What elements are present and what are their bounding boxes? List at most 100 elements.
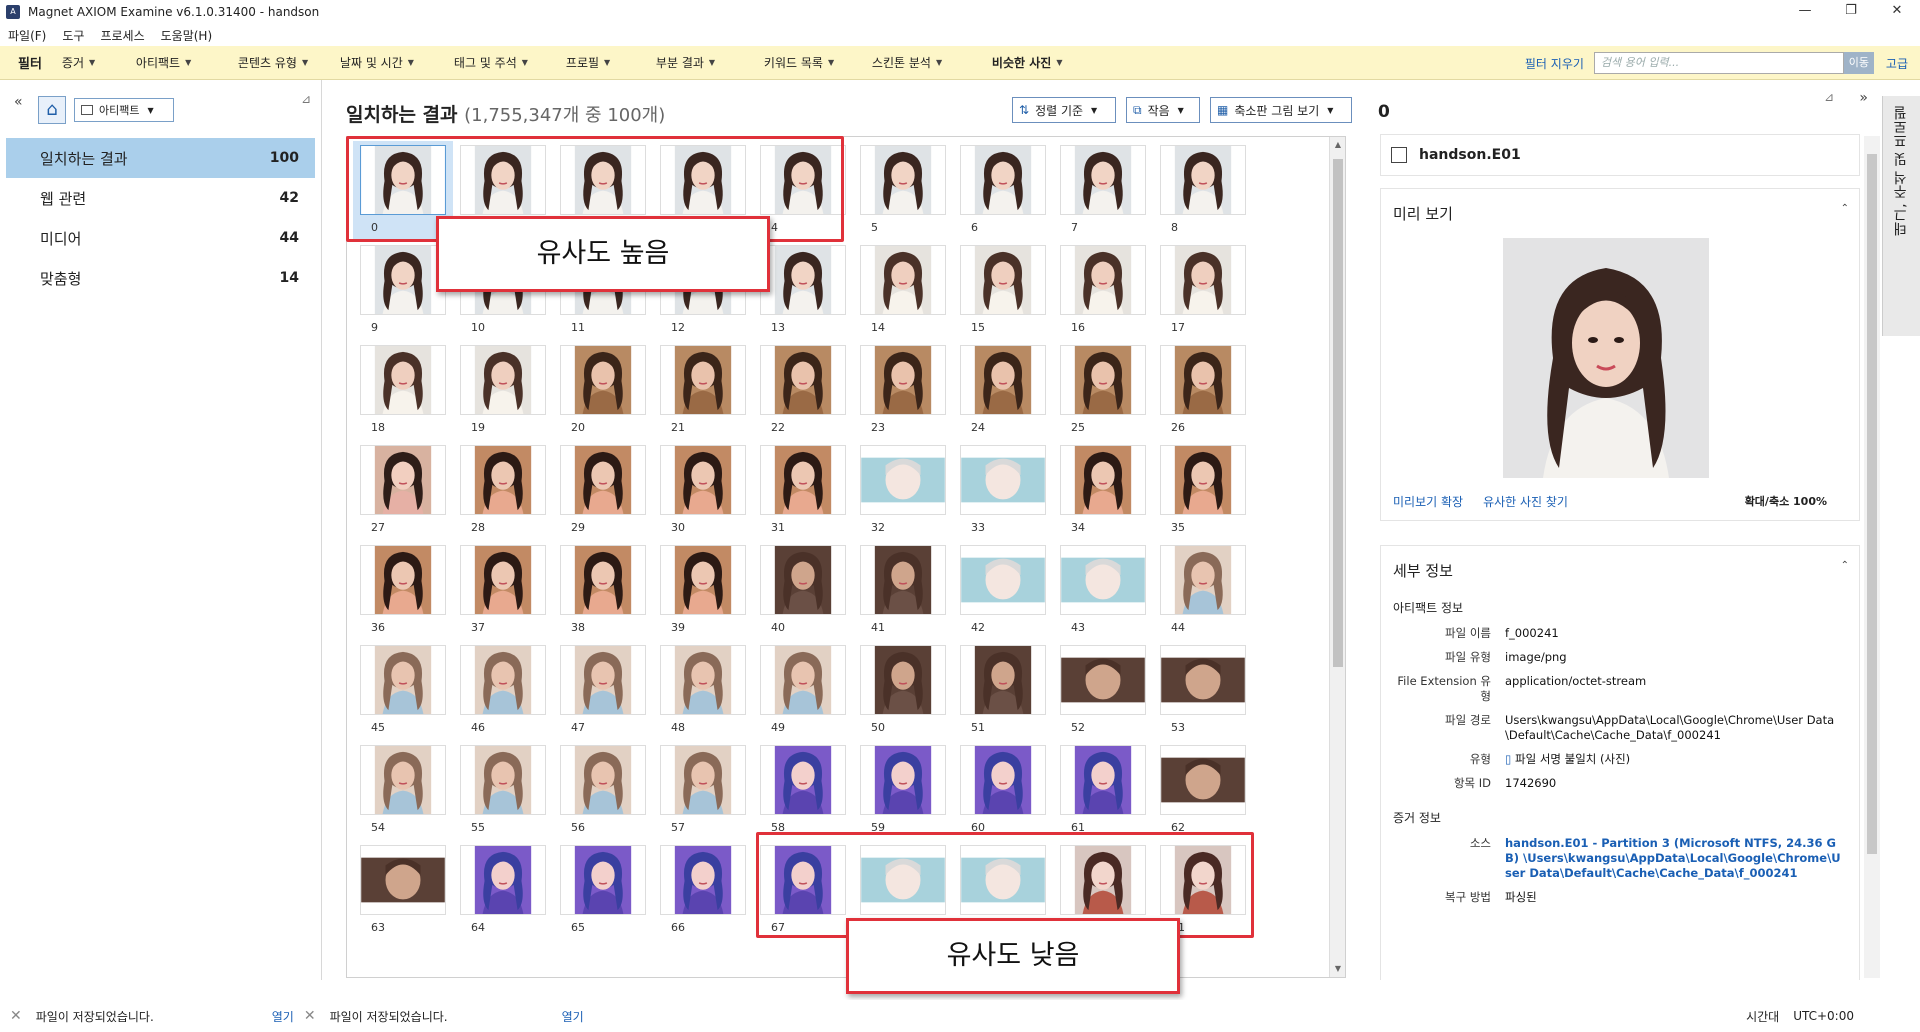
thumbnail-item[interactable]: 48 bbox=[653, 641, 753, 741]
menu-file[interactable]: 파일(F) bbox=[8, 27, 46, 44]
thumbnail-item[interactable]: 45 bbox=[353, 641, 453, 741]
filter-evidence[interactable]: 증거 ▼ bbox=[62, 54, 136, 71]
category-matching-results[interactable]: 일치하는 결과 100 bbox=[6, 138, 315, 178]
menu-process[interactable]: 프로세스 bbox=[100, 27, 144, 44]
thumbnail-item[interactable]: 51 bbox=[953, 641, 1053, 741]
thumbnail-item[interactable]: 56 bbox=[553, 741, 653, 841]
scrollbar-thumb[interactable] bbox=[1867, 154, 1877, 854]
open-link[interactable]: 열기 bbox=[272, 1008, 294, 1025]
thumbnail-item[interactable]: 49 bbox=[753, 641, 853, 741]
thumbnail-item[interactable]: 58 bbox=[753, 741, 853, 841]
thumbnail-item[interactable]: 39 bbox=[653, 541, 753, 641]
thumbnail-item[interactable]: 35 bbox=[1153, 441, 1253, 541]
category-custom[interactable]: 맞춤형 14 bbox=[6, 258, 315, 298]
filter-skin-tone[interactable]: 스킨톤 분석 ▼ bbox=[872, 54, 992, 71]
thumbnail-item[interactable]: 57 bbox=[653, 741, 753, 841]
thumbnail-item[interactable]: 43 bbox=[1053, 541, 1153, 641]
clear-filters-link[interactable]: 필터 지우기 bbox=[1525, 55, 1584, 72]
artifact-dropdown[interactable]: 아티팩트 ▼ bbox=[74, 98, 174, 122]
filter-partial-results[interactable]: 부분 결과 ▼ bbox=[656, 54, 764, 71]
thumbnail-item[interactable]: 29 bbox=[553, 441, 653, 541]
thumbnail-item[interactable]: 40 bbox=[753, 541, 853, 641]
find-similar-link[interactable]: 유사한 사진 찾기 bbox=[1483, 493, 1568, 510]
dismiss-icon[interactable]: ✕ bbox=[10, 1008, 22, 1024]
category-web[interactable]: 웹 관련 42 bbox=[6, 178, 315, 218]
results-scrollbar[interactable]: ▲ ▼ bbox=[1329, 137, 1345, 977]
dismiss-icon[interactable]: ✕ bbox=[304, 1008, 316, 1024]
details-scrollbar[interactable] bbox=[1864, 136, 1880, 978]
thumbnail-item[interactable]: 34 bbox=[1053, 441, 1153, 541]
thumbnail-item[interactable]: 42 bbox=[953, 541, 1053, 641]
thumbnail-item[interactable]: 55 bbox=[453, 741, 553, 841]
collapse-section-icon[interactable]: ⌃ bbox=[1841, 560, 1849, 571]
expand-preview-link[interactable]: 미리보기 확장 bbox=[1393, 493, 1463, 510]
filter-keyword-list[interactable]: 키워드 목록 ▼ bbox=[764, 54, 872, 71]
thumbnail-item[interactable]: 27 bbox=[353, 441, 453, 541]
thumbnail-item[interactable]: 14 bbox=[853, 241, 953, 341]
source-link[interactable]: handson.E01 - Partition 3 (Microsoft NTF… bbox=[1505, 836, 1845, 881]
thumbnail-item[interactable]: 6 bbox=[953, 141, 1053, 241]
collapse-left-icon[interactable]: « bbox=[14, 94, 23, 110]
thumbnail-item[interactable]: 23 bbox=[853, 341, 953, 441]
filter-date-time[interactable]: 날짜 및 시간 ▼ bbox=[340, 54, 454, 71]
open-link[interactable]: 열기 bbox=[562, 1008, 584, 1025]
filter-tags[interactable]: 태그 및 주석 ▼ bbox=[454, 54, 566, 71]
thumbnail-item[interactable]: 5 bbox=[853, 141, 953, 241]
thumbnail-item[interactable]: 19 bbox=[453, 341, 553, 441]
thumbnail-item[interactable]: 54 bbox=[353, 741, 453, 841]
thumbnail-item[interactable]: 52 bbox=[1053, 641, 1153, 741]
thumbnail-item[interactable]: 15 bbox=[953, 241, 1053, 341]
search-go-button[interactable]: 이동 bbox=[1843, 52, 1874, 74]
thumbnail-item[interactable]: 59 bbox=[853, 741, 953, 841]
thumbnail-item[interactable]: 61 bbox=[1053, 741, 1153, 841]
thumbnail-item[interactable]: 21 bbox=[653, 341, 753, 441]
thumbnail-item[interactable]: 16 bbox=[1053, 241, 1153, 341]
thumbnail-item[interactable]: 31 bbox=[753, 441, 853, 541]
thumbnail-item[interactable]: 30 bbox=[653, 441, 753, 541]
menu-tools[interactable]: 도구 bbox=[62, 27, 84, 44]
thumbnail-item[interactable]: 36 bbox=[353, 541, 453, 641]
size-button[interactable]: ⧉ 작음 ▼ bbox=[1126, 97, 1200, 123]
thumbnail-item[interactable]: 20 bbox=[553, 341, 653, 441]
thumbnail-item[interactable]: 66 bbox=[653, 841, 753, 941]
thumbnail-item[interactable]: 50 bbox=[853, 641, 953, 741]
filter-artifact[interactable]: 아티팩트 ▼ bbox=[136, 54, 238, 71]
collapse-right-icon[interactable]: » bbox=[1859, 90, 1868, 106]
thumbnail-item[interactable]: 17 bbox=[1153, 241, 1253, 341]
tags-comments-profile-tab[interactable]: 태그, 주석 및 프로필 bbox=[1882, 96, 1920, 336]
filter-profile[interactable]: 프로필 ▼ bbox=[566, 54, 656, 71]
minimize-icon[interactable]: — bbox=[1782, 0, 1828, 24]
thumbnail-item[interactable]: 28 bbox=[453, 441, 553, 541]
filter-content-type[interactable]: 콘텐츠 유형 ▼ bbox=[238, 54, 340, 71]
scroll-up-icon[interactable]: ▲ bbox=[1330, 137, 1346, 153]
menu-help[interactable]: 도움말(H) bbox=[161, 27, 213, 44]
collapse-section-icon[interactable]: ⌃ bbox=[1841, 203, 1849, 214]
search-input[interactable]: 검색 용어 입력... bbox=[1593, 52, 1844, 74]
thumbnail-item[interactable]: 63 bbox=[353, 841, 453, 941]
thumbnail-item[interactable]: 60 bbox=[953, 741, 1053, 841]
pin-icon[interactable]: ⊿ bbox=[301, 92, 311, 106]
thumbnail-item[interactable]: 62 bbox=[1153, 741, 1253, 841]
thumbnail-item[interactable]: 41 bbox=[853, 541, 953, 641]
thumbnail-item[interactable]: 33 bbox=[953, 441, 1053, 541]
advanced-link[interactable]: 고급 bbox=[1886, 55, 1908, 72]
thumbnail-item[interactable]: 7 bbox=[1053, 141, 1153, 241]
thumbnail-item[interactable]: 25 bbox=[1053, 341, 1153, 441]
thumbnail-item[interactable]: 32 bbox=[853, 441, 953, 541]
thumbnail-item[interactable]: 46 bbox=[453, 641, 553, 741]
sort-button[interactable]: ⇅ 정렬 기준 ▼ bbox=[1012, 97, 1116, 123]
scrollbar-thumb[interactable] bbox=[1333, 159, 1343, 667]
thumbnail-item[interactable]: 26 bbox=[1153, 341, 1253, 441]
filter-similar-photos[interactable]: 비슷한 사진 ▼ bbox=[992, 54, 1092, 71]
thumbnail-item[interactable]: 22 bbox=[753, 341, 853, 441]
thumbnail-item[interactable]: 53 bbox=[1153, 641, 1253, 741]
pin-icon[interactable]: ⊿ bbox=[1824, 90, 1834, 104]
thumbnail-item[interactable]: 24 bbox=[953, 341, 1053, 441]
thumbnail-item[interactable]: 44 bbox=[1153, 541, 1253, 641]
scroll-down-icon[interactable]: ▼ bbox=[1330, 961, 1346, 977]
restore-icon[interactable]: ❐ bbox=[1828, 0, 1874, 24]
thumbnail-item[interactable]: 38 bbox=[553, 541, 653, 641]
home-icon[interactable]: ⌂ bbox=[38, 96, 66, 124]
view-mode-button[interactable]: ▦ 축소판 그림 보기 ▼ bbox=[1210, 97, 1352, 123]
close-icon[interactable]: ✕ bbox=[1874, 0, 1920, 24]
